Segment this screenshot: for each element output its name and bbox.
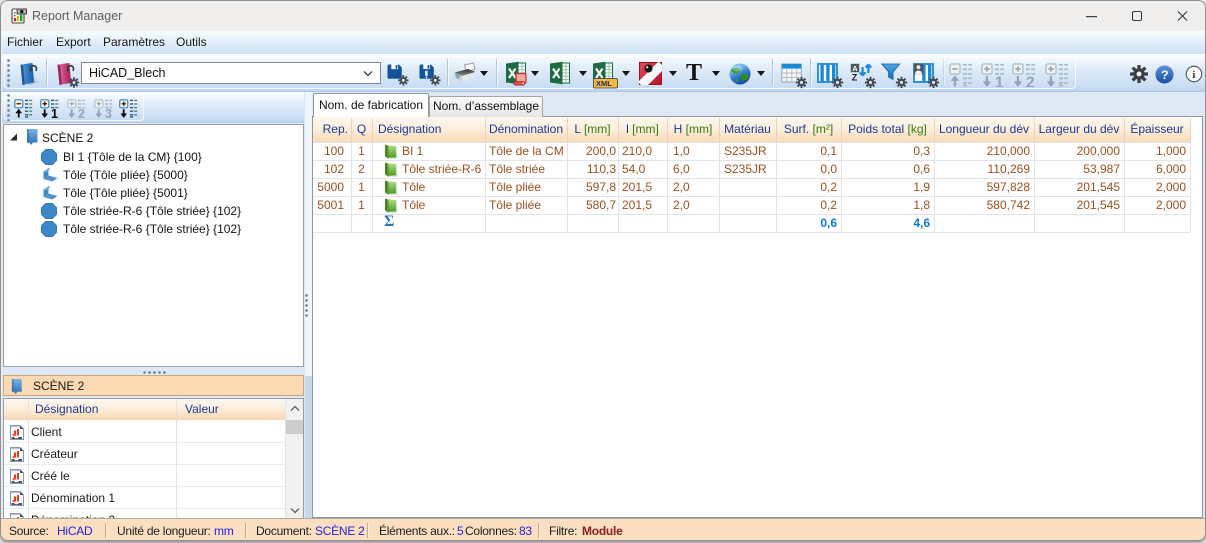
svg-text:2: 2 bbox=[1026, 74, 1035, 87]
svg-text:Z: Z bbox=[852, 73, 858, 83]
svg-text:1: 1 bbox=[51, 107, 58, 118]
svg-text:i: i bbox=[1192, 69, 1195, 81]
svg-text:?: ? bbox=[1161, 68, 1169, 82]
svg-text:2: 2 bbox=[78, 107, 85, 118]
svg-text:1: 1 bbox=[995, 74, 1004, 87]
svg-text:3: 3 bbox=[105, 107, 112, 118]
svg-text:XML: XML bbox=[596, 79, 612, 88]
